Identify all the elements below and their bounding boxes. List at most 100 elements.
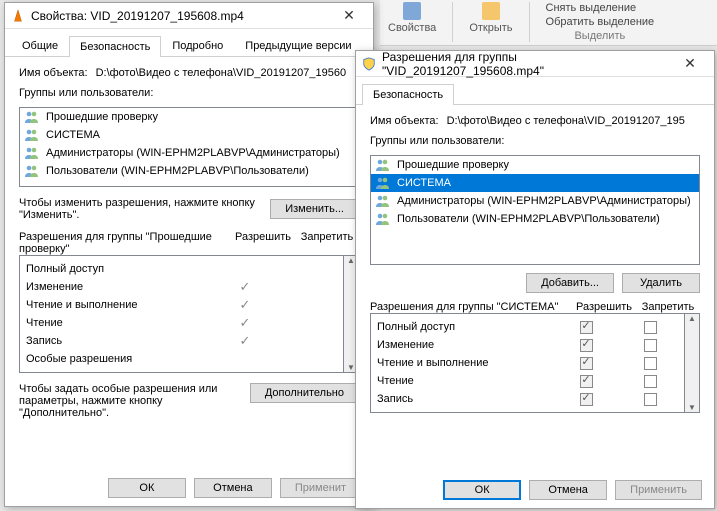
deny-checkbox[interactable] — [644, 357, 657, 370]
list-item[interactable]: СИСТЕМА — [371, 174, 699, 192]
permission-row: Изменение — [377, 336, 682, 354]
deny-header: Запретить — [636, 301, 700, 313]
ribbon-properties[interactable]: Свойства — [388, 2, 436, 43]
list-item[interactable]: Прошедшие проверку — [20, 108, 358, 126]
permission-row: Изменение✓ — [26, 278, 341, 296]
shield-icon — [362, 57, 376, 71]
groups-label: Группы или пользователи: — [19, 87, 359, 99]
check-icon: ✓ — [240, 297, 251, 313]
permission-name: Полный доступ — [377, 321, 554, 333]
scroll-up-icon[interactable]: ▲ — [347, 256, 355, 265]
check-icon: ✓ — [240, 333, 251, 349]
advanced-hint: Чтобы задать особые разрешения или парам… — [19, 383, 242, 419]
properties-icon — [403, 2, 421, 20]
tab-security[interactable]: Безопасность — [362, 84, 454, 105]
scroll-down-icon[interactable]: ▼ — [347, 363, 355, 372]
permission-name: Запись — [26, 335, 213, 347]
permission-row: Запись ✓ — [26, 332, 341, 350]
window-title: Разрешения для группы "VID_20191207_1956… — [382, 50, 670, 78]
edit-button[interactable]: Изменить... — [270, 199, 359, 219]
deny-checkbox[interactable] — [644, 321, 657, 334]
allow-header: Разрешить — [572, 301, 636, 313]
principals-list[interactable]: Прошедшие проверку СИСТЕМА Администраторы … — [370, 155, 700, 265]
list-item[interactable]: СИСТЕМА — [20, 126, 358, 144]
object-name-value: D:\фото\Видео с телефона\VID_20191207_19… — [96, 67, 359, 79]
allow-checkbox[interactable] — [580, 321, 593, 334]
users-icon — [375, 194, 391, 208]
titlebar[interactable]: Свойства: VID_20191207_195608.mp4 ✕ — [5, 3, 373, 29]
list-item[interactable]: Пользователи (WIN-EPHM2PLABVP\Пользовате… — [371, 210, 699, 228]
tab-details[interactable]: Подробно — [161, 35, 234, 56]
apply-button[interactable]: Применить — [615, 480, 702, 500]
window-title: Свойства: VID_20191207_195608.mp4 — [31, 9, 329, 23]
permissions-for-label: Разрешения для группы "СИСТЕМА" — [370, 301, 572, 313]
ribbon-properties-label: Свойства — [388, 22, 436, 34]
permission-name: Чтение и выполнение — [26, 299, 213, 311]
permission-row: Полный доступ — [26, 260, 341, 278]
users-icon — [375, 158, 391, 172]
close-button[interactable]: ✕ — [670, 52, 710, 76]
ribbon-invert[interactable]: Обратить выделение — [546, 16, 655, 28]
scroll-down-icon[interactable]: ▼ — [688, 403, 696, 412]
permission-name: Чтение — [26, 317, 213, 329]
list-item[interactable]: Администраторы (WIN-EPHM2PLABVP\Админист… — [20, 144, 358, 162]
tab-general[interactable]: Общие — [11, 35, 69, 56]
users-icon — [24, 128, 40, 142]
ribbon-open[interactable]: Открыть — [469, 2, 512, 43]
check-icon: ✓ — [240, 279, 251, 295]
permission-row: Чтение и выполнение — [377, 354, 682, 372]
close-button[interactable]: ✕ — [329, 4, 369, 28]
advanced-button[interactable]: Дополнительно — [250, 383, 359, 403]
allow-header: Разрешить — [231, 231, 295, 255]
titlebar[interactable]: Разрешения для группы "VID_20191207_1956… — [356, 51, 714, 77]
scroll-up-icon[interactable]: ▲ — [688, 314, 696, 323]
users-icon — [375, 176, 391, 190]
users-icon — [24, 164, 40, 178]
permission-name: Полный доступ — [26, 263, 213, 275]
ribbon-deselect[interactable]: Снять выделение — [546, 2, 655, 14]
scrollbar[interactable]: ▲ ▼ — [684, 313, 700, 413]
open-icon — [482, 2, 500, 20]
ribbon-sep — [529, 2, 530, 42]
principal-name: Пользователи (WIN-EPHM2PLABVP\Пользовате… — [397, 213, 660, 225]
permission-row: Особые разрешения — [26, 350, 341, 368]
tab-previous-versions[interactable]: Предыдущие версии — [234, 35, 362, 56]
ribbon-select-label: Выделить — [546, 30, 655, 42]
principals-list[interactable]: Прошедшие проверку СИСТЕМА Администраторы … — [19, 107, 359, 187]
principal-name: Прошедшие проверку — [397, 159, 509, 171]
remove-button[interactable]: Удалить — [622, 273, 700, 293]
principal-name: СИСТЕМА — [397, 177, 451, 189]
vlc-icon — [11, 9, 25, 23]
add-button[interactable]: Добавить... — [526, 273, 614, 293]
tab-security[interactable]: Безопасность — [69, 36, 161, 57]
deny-checkbox[interactable] — [644, 375, 657, 388]
ribbon-select-group: Снять выделение Обратить выделение Выдел… — [546, 2, 655, 43]
list-item[interactable]: Администраторы (WIN-EPHM2PLABVP\Админист… — [371, 192, 699, 210]
allow-checkbox[interactable] — [580, 375, 593, 388]
deny-checkbox[interactable] — [644, 339, 657, 352]
ok-button[interactable]: ОК — [108, 478, 186, 498]
check-icon: ✓ — [240, 315, 251, 331]
cancel-button[interactable]: Отмена — [194, 478, 272, 498]
allow-checkbox[interactable] — [580, 393, 593, 406]
principal-name: СИСТЕМА — [46, 129, 100, 141]
users-icon — [375, 212, 391, 226]
ok-button[interactable]: ОК — [443, 480, 521, 500]
permission-name: Особые разрешения — [26, 353, 213, 365]
object-name-label: Имя объекта: — [370, 115, 439, 127]
apply-button[interactable]: Применит — [280, 478, 361, 498]
properties-dialog: Свойства: VID_20191207_195608.mp4 ✕ Общи… — [4, 2, 374, 507]
ribbon-open-label: Открыть — [469, 22, 512, 34]
object-name-value: D:\фото\Видео с телефона\VID_20191207_19… — [447, 115, 700, 127]
list-item[interactable]: Прошедшие проверку — [371, 156, 699, 174]
deny-checkbox[interactable] — [644, 393, 657, 406]
object-name-label: Имя объекта: — [19, 67, 88, 79]
list-item[interactable]: Пользователи (WIN-EPHM2PLABVP\Пользовате… — [20, 162, 358, 180]
allow-checkbox[interactable] — [580, 357, 593, 370]
permission-row: Чтение — [377, 372, 682, 390]
cancel-button[interactable]: Отмена — [529, 480, 607, 500]
allow-checkbox[interactable] — [580, 339, 593, 352]
permission-row: Чтение ✓ — [26, 314, 341, 332]
ribbon-fragment: Свойства Открыть Снять выделение Обратит… — [380, 0, 717, 46]
ribbon-sep — [452, 2, 453, 42]
